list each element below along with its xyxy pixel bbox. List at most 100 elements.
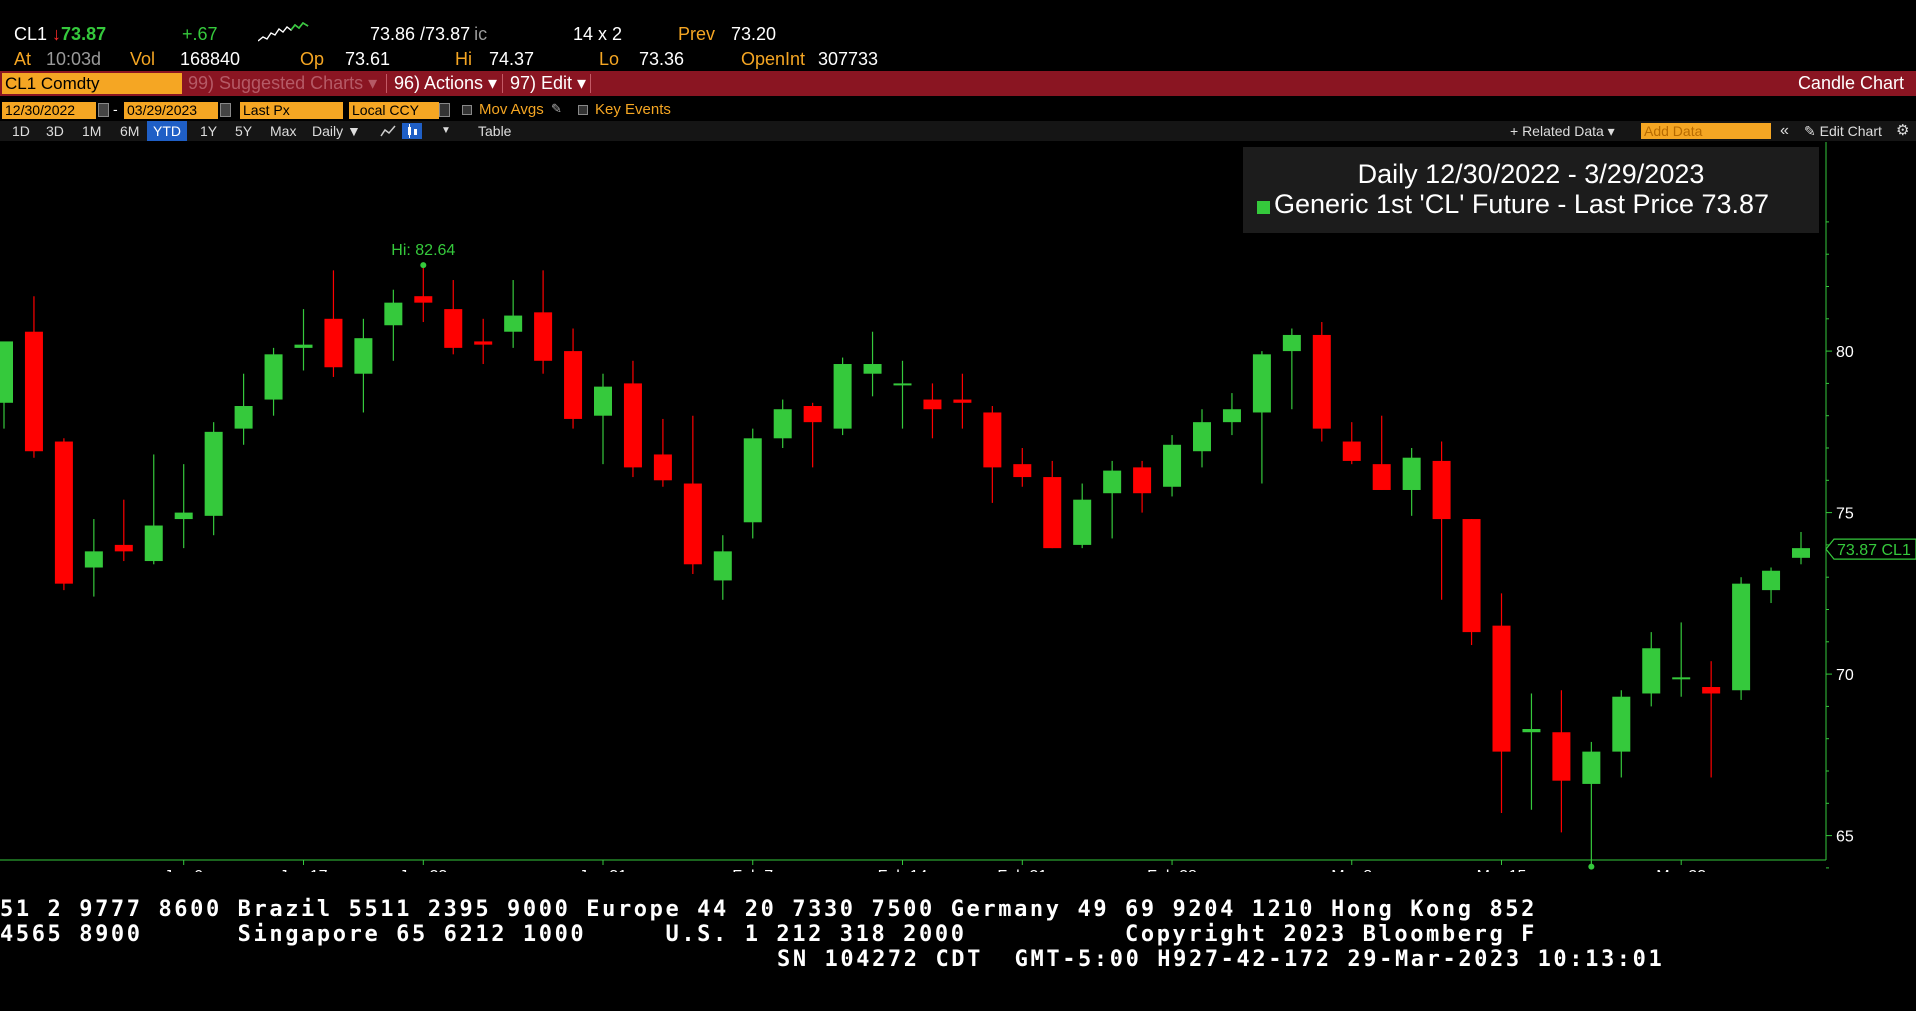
candle [1432,441,1451,600]
currency-select[interactable]: Local CCY [349,102,439,119]
actions-menu[interactable]: 96) Actions ▾ [394,71,497,96]
y-tick-label: 75 [1836,506,1854,523]
candle [234,373,253,445]
candle-chart-icon[interactable] [402,123,422,139]
calendar-icon[interactable] [220,103,231,117]
x-tick-label: Mar 8 [1331,868,1372,872]
candle [773,399,792,448]
prev-label: Prev [678,24,716,44]
start-date-input[interactable]: 12/30/2022 [2,102,96,119]
frequency-select[interactable]: Daily ▼ [312,121,361,141]
candle-body [683,483,702,565]
high-annotation: Hi: 82.64 [391,242,455,259]
candle [1133,460,1152,513]
field-select[interactable]: Last Px [240,102,343,119]
x-tick-label: Feb 28 [1147,868,1197,872]
candle [1073,483,1092,549]
candle-body [1642,648,1661,694]
candle-body [264,354,283,400]
key-events-checkbox[interactable] [578,105,588,115]
candle [294,309,313,371]
candle-body [623,383,642,468]
candle [1702,661,1721,778]
candle-body [1193,422,1211,452]
candle [1282,328,1301,410]
x-tick-label: Jan 17 [279,868,327,872]
candle-body [863,364,882,374]
related-data-menu[interactable]: + Related Data ▾ [1510,121,1615,141]
date-dash: - [113,101,118,117]
open-price: 73.61 [345,49,391,69]
candle-body [594,386,612,416]
candle-body [743,438,762,523]
candle-body [1402,457,1421,490]
candle [1642,632,1661,707]
candle-body [54,441,73,584]
candle [923,383,942,439]
candle-body [1282,334,1301,352]
add-data-input[interactable]: Add Data [1641,123,1771,139]
candle-body [653,454,672,481]
security-input[interactable]: CL1 Comdty [2,73,182,94]
candle-body [534,312,553,361]
candle-body [324,318,343,368]
candle-body [234,406,253,429]
candle [1612,690,1631,778]
candle [983,406,1002,503]
candle [504,280,523,348]
candle-body [773,409,792,439]
range-ytd[interactable]: YTD [147,121,187,141]
candle-body [1612,696,1631,752]
candle-body [384,302,403,326]
x-tick-label: Mar 15 [1477,868,1527,872]
candle [324,270,343,377]
suggested-charts-menu[interactable]: 99) Suggested Charts ▾ [188,71,377,96]
y-tick-label: 70 [1836,667,1854,684]
legend-title: Daily 12/30/2022 - 3/29/2023 [1357,159,1705,189]
collapse-icon[interactable]: « [1780,121,1789,141]
pencil-icon[interactable]: ✎ [551,101,562,117]
candle-body [1013,464,1032,478]
high-price: 74.37 [489,49,535,69]
candle-body [1792,548,1810,558]
candle [1163,435,1182,497]
candle-body [1073,499,1092,545]
table-button[interactable]: Table [478,121,511,141]
y-axis: 65 70 75 80 73.87 CL1 [1825,142,1916,869]
open-label: Op [300,49,325,69]
mov-avgs-checkbox[interactable] [462,105,472,115]
volume: 168840 [180,49,241,69]
range-5y[interactable]: 5Y [235,121,252,141]
quote-header: CL1 ↓73.87 [14,24,106,45]
session-info-line: SN 104272 CDT GMT-5:00 H927-42-172 29-Ma… [777,947,1665,972]
end-date-input[interactable]: 03/29/2023 [124,102,218,119]
chevron-down-icon[interactable]: ▼ [441,121,451,141]
chevron-down-icon[interactable] [439,103,450,117]
candle [1013,448,1032,487]
range-1d[interactable]: 1D [12,121,30,141]
range-6m[interactable]: 6M [120,121,139,141]
candle [1222,393,1241,436]
candle [1372,415,1391,490]
candle-body [1582,751,1601,784]
candle [564,328,583,429]
range-3d[interactable]: 3D [46,121,64,141]
edit-menu[interactable]: 97) Edit ▾ [510,71,586,96]
candle-body [414,296,433,303]
candles-group [0,267,1810,865]
candle-body [564,351,583,419]
candle [683,415,702,574]
candle-body [1133,467,1152,494]
candle [1672,622,1691,697]
candle-body [1103,470,1122,494]
line-chart-icon[interactable] [380,124,396,138]
range-1m[interactable]: 1M [82,121,101,141]
range-max[interactable]: Max [270,121,296,141]
settings-gear-icon[interactable]: ⚙ [1896,121,1909,141]
range-1y[interactable]: 1Y [200,121,217,141]
calendar-icon[interactable] [98,103,109,117]
separator [590,74,591,93]
edit-chart-button[interactable]: ✎ Edit Chart [1804,121,1882,141]
candle [713,535,732,600]
legend-series-swatch [1257,201,1270,214]
